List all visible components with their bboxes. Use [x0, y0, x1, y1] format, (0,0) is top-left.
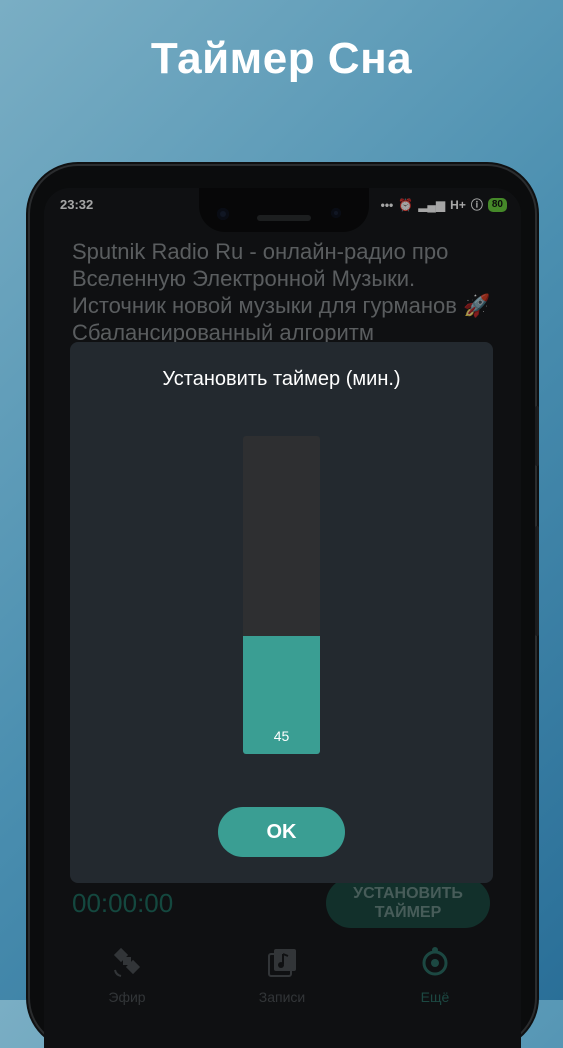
power-button: [535, 526, 539, 636]
ok-button[interactable]: OK: [218, 807, 345, 857]
slider-value: 45: [273, 728, 290, 744]
timer-slider[interactable]: 45: [243, 436, 320, 754]
dialog-title: Установить таймер (мин.): [162, 368, 401, 390]
promo-title: Таймер Сна: [150, 34, 413, 83]
app-screen: 23:32 ••• ⏰ ▂▄▆ H+ ⓘ 80 Sputnik Radio Ru…: [44, 188, 521, 1048]
phone-frame: 23:32 ••• ⏰ ▂▄▆ H+ ⓘ 80 Sputnik Radio Ru…: [30, 166, 539, 1048]
sleep-timer-dialog: Установить таймер (мин.) 45 OK: [70, 342, 493, 883]
volume-button: [535, 406, 539, 466]
